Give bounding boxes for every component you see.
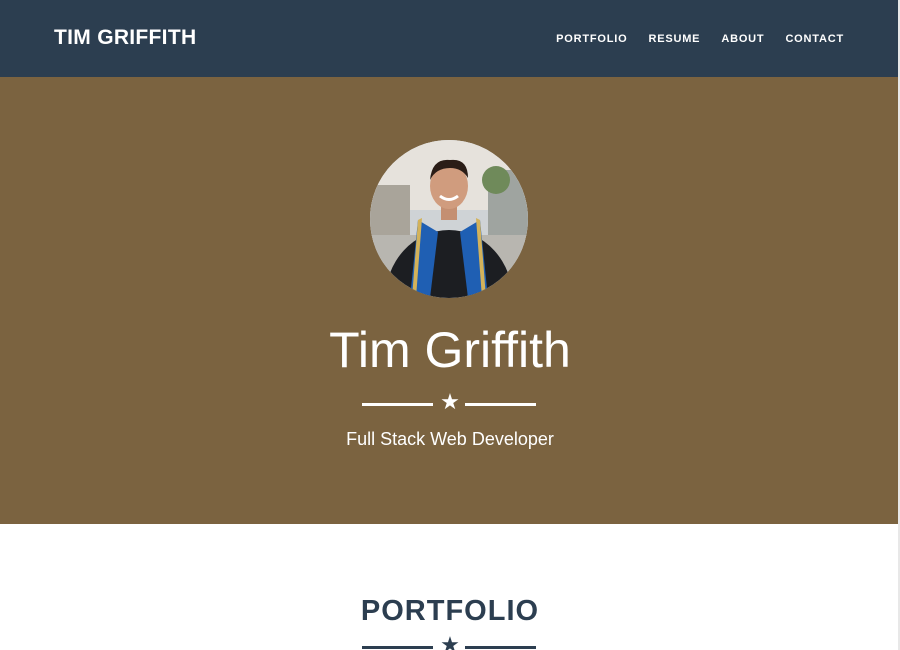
hero-subtitle: Full Stack Web Developer <box>346 429 554 449</box>
portfolio-heading: PORTFOLIO <box>360 595 540 627</box>
nav-link-portfolio[interactable]: PORTFOLIO <box>556 33 627 45</box>
hero-header: Tim Griffith ★ Full Stack Web Developer <box>0 77 900 524</box>
profile-photo-illustration <box>370 140 528 298</box>
profile-photo <box>370 140 528 298</box>
divider-line-right <box>465 646 536 649</box>
brand-link[interactable]: TIM GRIFFITH <box>54 26 196 50</box>
divider-line-left <box>362 646 433 649</box>
nav-link-contact[interactable]: CONTACT <box>785 33 844 45</box>
navbar: TIM GRIFFITH PORTFOLIO RESUME ABOUT CONT… <box>0 0 900 77</box>
nav-link-resume[interactable]: RESUME <box>648 33 700 45</box>
star-icon: ★ <box>440 633 460 650</box>
nav-links: PORTFOLIO RESUME ABOUT CONTACT <box>556 33 844 45</box>
star-icon: ★ <box>440 390 460 415</box>
hero-name: Tim Griffith <box>329 322 571 378</box>
hero-star-divider: ★ <box>362 390 536 415</box>
nav-link-about[interactable]: ABOUT <box>721 33 764 45</box>
portfolio-star-divider: ★ <box>362 633 536 650</box>
divider-line-left <box>362 403 433 406</box>
divider-line-right <box>465 403 536 406</box>
